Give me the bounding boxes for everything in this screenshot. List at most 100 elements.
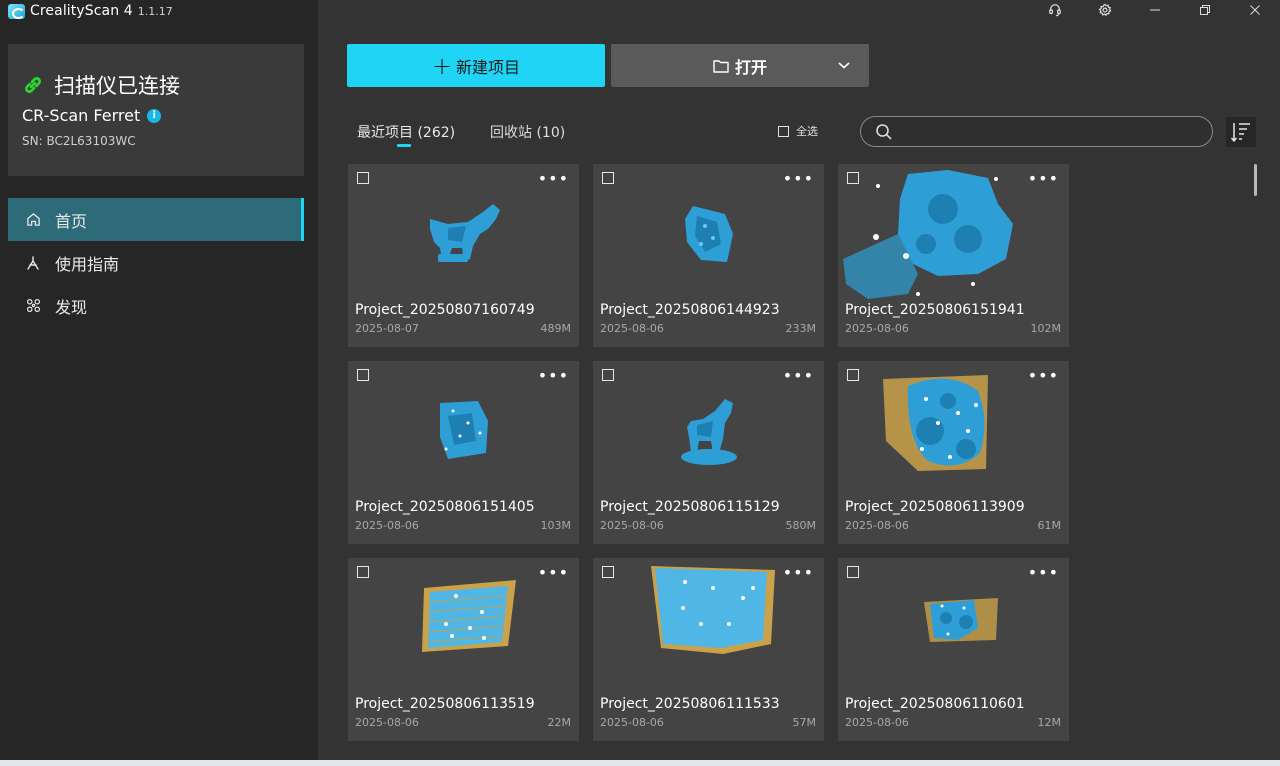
device-model-name: CR-Scan Ferret	[22, 106, 141, 125]
project-thumbnail	[440, 401, 488, 459]
minimize-icon	[1150, 9, 1160, 11]
search-icon	[876, 123, 892, 140]
sidebar-item-label: 使用指南	[55, 254, 120, 274]
more-options-icon[interactable]: •••	[538, 171, 569, 187]
project-name: Project_20250806111533	[600, 696, 780, 712]
app-logo-icon	[8, 3, 25, 19]
project-checkbox[interactable]	[357, 172, 369, 184]
project-card[interactable]: ••• Project_20250806151405 2025-08-06 10…	[348, 361, 579, 544]
project-checkbox[interactable]	[602, 172, 614, 184]
link-icon	[25, 77, 41, 93]
project-size: 61M	[1037, 519, 1062, 532]
support-button[interactable]	[1030, 0, 1080, 20]
sidebar-item-guide[interactable]: 使用指南	[8, 241, 304, 284]
project-thumbnail	[883, 375, 988, 471]
more-options-icon[interactable]: •••	[1028, 368, 1059, 384]
restore-button[interactable]	[1180, 0, 1230, 20]
project-thumbnail	[422, 580, 516, 652]
project-date: 2025-08-06	[355, 716, 419, 729]
project-name: Project_20250806110601	[845, 696, 1025, 712]
project-checkbox[interactable]	[357, 566, 369, 578]
project-date: 2025-08-06	[845, 716, 909, 729]
title-bar: CrealityScan 4 1.1.17	[8, 2, 173, 20]
project-size: 102M	[1030, 322, 1062, 335]
project-date: 2025-08-06	[355, 519, 419, 532]
main-panel: + 新建项目 打开 最近项目 (262) 回收站 (10) 全选 ••• Pro…	[318, 0, 1280, 760]
project-checkbox[interactable]	[602, 566, 614, 578]
tab-recycle-bin[interactable]: 回收站 (10)	[490, 122, 565, 142]
taskbar-edge	[0, 760, 1280, 766]
minimize-button[interactable]	[1130, 0, 1180, 20]
app-window: CrealityScan 4 1.1.17 扫描仪已连接 CR-Scan Fer…	[0, 0, 1280, 766]
project-checkbox[interactable]	[602, 369, 614, 381]
project-card[interactable]: ••• Project_20250806111533 2025-08-06 57…	[593, 558, 824, 741]
sidebar-item-label: 首页	[55, 211, 88, 231]
project-card[interactable]: ••• Project_20250806115129 2025-08-06 58…	[593, 361, 824, 544]
project-date: 2025-08-06	[600, 322, 664, 335]
project-checkbox[interactable]	[357, 369, 369, 381]
sort-icon	[1230, 123, 1250, 143]
select-all-checkbox[interactable]	[778, 125, 789, 137]
project-date: 2025-08-06	[845, 519, 909, 532]
project-checkbox[interactable]	[847, 566, 859, 578]
more-options-icon[interactable]: •••	[538, 565, 569, 581]
project-card[interactable]: ••• Project_20250806113519 2025-08-06 22…	[348, 558, 579, 741]
device-status: 扫描仪已连接	[22, 70, 180, 100]
select-all[interactable]: 全选	[778, 123, 818, 139]
project-checkbox[interactable]	[847, 369, 859, 381]
more-options-icon[interactable]: •••	[538, 368, 569, 384]
discover-icon	[25, 298, 41, 314]
project-checkbox[interactable]	[847, 172, 859, 184]
support-icon	[1049, 4, 1061, 17]
project-date: 2025-08-06	[600, 716, 664, 729]
project-thumbnail	[430, 204, 500, 262]
home-icon	[25, 212, 41, 228]
project-size: 103M	[540, 519, 572, 532]
settings-button[interactable]	[1080, 0, 1130, 20]
project-date: 2025-08-06	[600, 519, 664, 532]
device-status-text: 扫描仪已连接	[54, 74, 180, 98]
app-name: CrealityScan 4	[30, 3, 133, 19]
settings-icon	[1098, 3, 1112, 16]
window-controls	[1030, 0, 1280, 20]
tab-recent-projects[interactable]: 最近项目 (262)	[357, 122, 455, 147]
app-version: 1.1.17	[137, 4, 173, 18]
new-project-button[interactable]: + 新建项目	[347, 44, 605, 87]
project-date: 2025-08-06	[845, 322, 909, 335]
device-model: CR-Scan Ferret i	[22, 106, 162, 125]
more-options-icon[interactable]: •••	[783, 171, 814, 187]
more-options-icon[interactable]: •••	[1028, 171, 1059, 187]
more-options-icon[interactable]: •••	[1028, 565, 1059, 581]
search-input[interactable]	[901, 124, 1201, 139]
close-icon	[1250, 5, 1260, 15]
sidebar-item-label: 发现	[55, 297, 88, 317]
close-button[interactable]	[1230, 0, 1280, 20]
open-button[interactable]: 打开	[611, 44, 869, 87]
project-card[interactable]: ••• Project_20250807160749 2025-08-07 48…	[348, 164, 579, 347]
project-name: Project_20250806115129	[600, 499, 780, 515]
project-size: 489M	[540, 322, 572, 335]
project-size: 22M	[547, 716, 572, 729]
chevron-down-icon[interactable]	[837, 58, 851, 72]
project-name: Project_20250806144923	[600, 302, 780, 318]
new-project-label: 新建项目	[456, 57, 521, 77]
sort-button[interactable]	[1226, 117, 1256, 147]
info-icon[interactable]: i	[147, 108, 162, 123]
scrollbar-thumb[interactable]	[1254, 164, 1257, 196]
project-thumbnail	[651, 566, 775, 654]
sidebar-item-discover[interactable]: 发现	[8, 284, 304, 327]
project-card[interactable]: ••• Project_20250806113909 2025-08-06 61…	[838, 361, 1069, 544]
project-card[interactable]: ••• Project_20250806110601 2025-08-06 12…	[838, 558, 1069, 741]
sidebar-item-home[interactable]: 首页	[8, 198, 304, 241]
project-size: 12M	[1037, 716, 1062, 729]
open-label: 打开	[734, 57, 767, 77]
more-options-icon[interactable]: •••	[783, 368, 814, 384]
device-card: 扫描仪已连接 CR-Scan Ferret i SN: BC2L63103WC	[8, 44, 304, 176]
more-options-icon[interactable]: •••	[783, 565, 814, 581]
project-thumbnail	[924, 598, 998, 642]
search-box[interactable]	[860, 116, 1213, 147]
plus-icon: +	[431, 51, 453, 80]
project-name: Project_20250806113909	[845, 499, 1025, 515]
project-card[interactable]: ••• Project_20250806144923 2025-08-06 23…	[593, 164, 824, 347]
project-card[interactable]: ••• Project_20250806151941 2025-08-06 10…	[838, 164, 1069, 347]
